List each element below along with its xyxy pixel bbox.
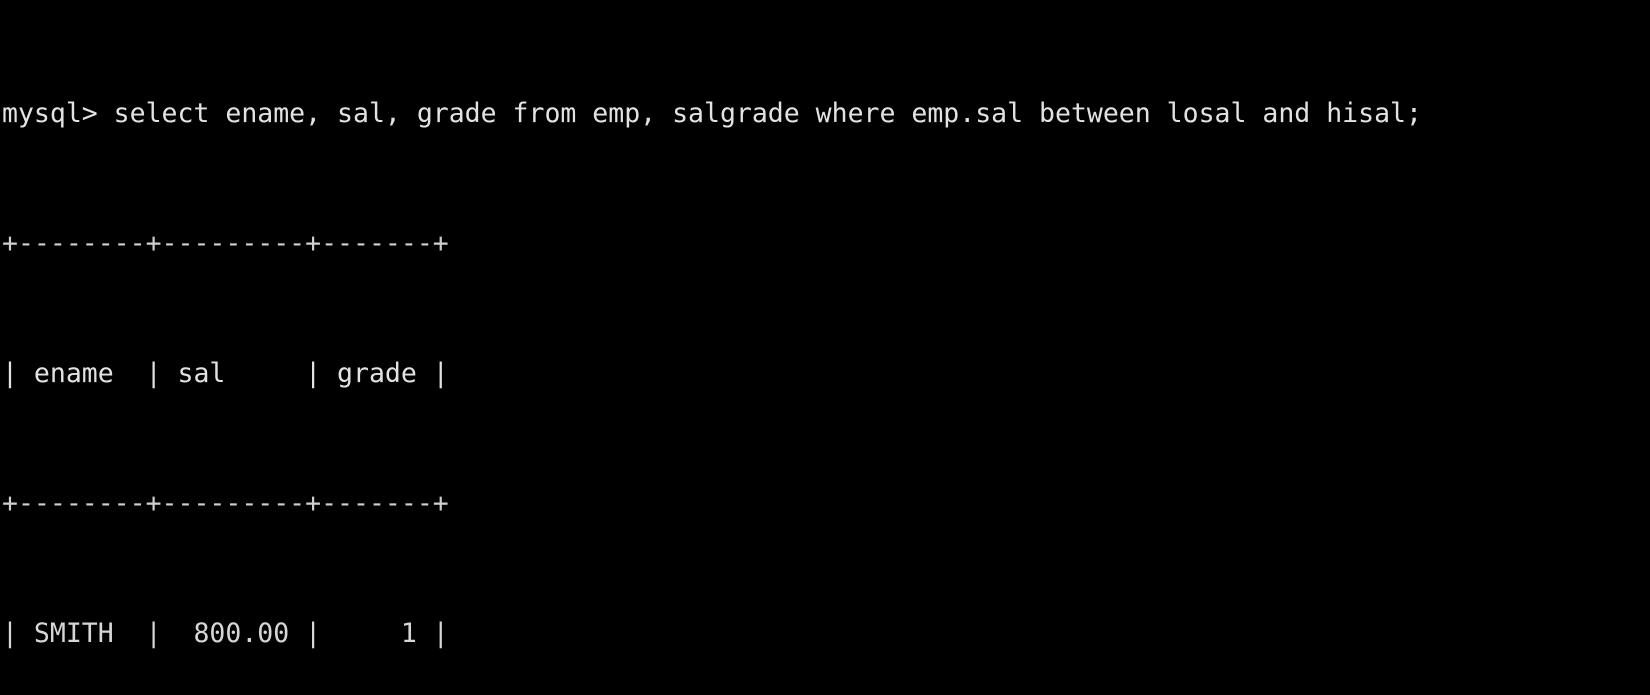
- mysql-query-line: mysql> select ename, sal, grade from emp…: [2, 97, 1422, 129]
- table-header-row: | ename | sal | grade |: [2, 358, 449, 390]
- table-row: | SMITH | 800.00 | 1 |: [2, 618, 449, 650]
- table-header-separator: +--------+---------+-------+: [2, 488, 449, 520]
- terminal-screen[interactable]: mysql> select ename, sal, grade from emp…: [0, 0, 1650, 695]
- table-top-separator: +--------+---------+-------+: [2, 227, 449, 259]
